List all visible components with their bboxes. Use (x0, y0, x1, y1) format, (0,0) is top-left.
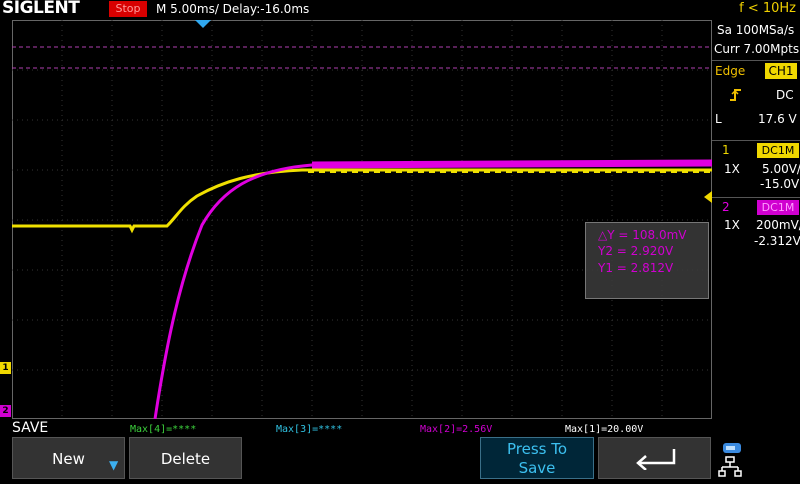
network-icon (718, 456, 742, 477)
trigger-type: Edge (715, 64, 746, 78)
trigger-coupling: DC (776, 88, 794, 102)
ch2-probe: 1X (724, 218, 740, 232)
trigger-level-value: 17.6 V (758, 112, 797, 126)
frequency-counter: f < 10Hz (739, 1, 796, 16)
back-arrow-icon (599, 438, 710, 474)
down-arrow-icon: ▼ (109, 458, 119, 472)
measurement-max-ch2: Max[2]=2.56V (420, 424, 493, 435)
measurement-max-ch1: Max[1]=20.00V (565, 424, 644, 435)
trigger-level-label: L (715, 112, 722, 126)
usb-icon (723, 443, 741, 453)
delete-button-label: Delete (160, 450, 211, 468)
delete-button[interactable]: Delete (129, 437, 242, 479)
sample-rate-readout: Sa 100MSa/s (717, 23, 795, 37)
cursor-readout-box: △Y = 108.0mV Y2 = 2.920V Y1 = 2.812V (585, 222, 709, 299)
press-to-save-line1: Press To (506, 440, 568, 458)
brand-logo: SIGLENT (2, 0, 80, 18)
memory-depth-readout: Curr 7.00Mpts (714, 42, 800, 56)
measurement-max-ch3: Max[3]=**** (276, 424, 343, 435)
ch2-coupling-badge: DC1M (757, 200, 799, 215)
press-to-save-button[interactable]: Press To Save (480, 437, 594, 479)
ch2-offset: -2.312V (754, 234, 800, 248)
waveform-display[interactable] (12, 20, 712, 419)
ch2-scale: 200mV/ (756, 218, 800, 232)
ch1-coupling-badge: DC1M (757, 143, 799, 158)
ch1-scale: 5.00V/ (762, 162, 800, 176)
ch1-offset-marker[interactable]: 1 (0, 362, 11, 374)
ch1-number: 1 (722, 143, 730, 157)
menu-title: SAVE (12, 420, 49, 436)
ch2-trace-band (311, 159, 712, 169)
new-button[interactable]: New ▼ (12, 437, 125, 479)
press-to-save-line2: Save (518, 459, 556, 477)
ch2-number: 2 (722, 200, 730, 214)
new-button-label: New (52, 450, 85, 468)
cursor-y2-value: Y2 = 2.920V (598, 244, 674, 258)
back-button[interactable] (598, 437, 711, 479)
timebase-readout[interactable]: M 5.00ms/ Delay:-16.0ms (156, 1, 309, 17)
status-icons (716, 440, 800, 480)
ch2-offset-marker[interactable]: 2 (0, 405, 11, 417)
measurement-max-ch4: Max[4]=**** (130, 424, 197, 435)
rising-edge-icon (729, 87, 743, 106)
cursor-y1-value: Y1 = 2.812V (598, 261, 674, 275)
graticule (12, 20, 712, 419)
empty-softkey (247, 437, 476, 479)
ch1-probe: 1X (724, 162, 740, 176)
ch1-offset: -15.0V (760, 177, 800, 191)
run-status-badge[interactable]: Stop (109, 1, 147, 17)
cursor-delta-y: △Y = 108.0mV (598, 228, 687, 242)
trigger-source-badge: CH1 (765, 63, 797, 79)
